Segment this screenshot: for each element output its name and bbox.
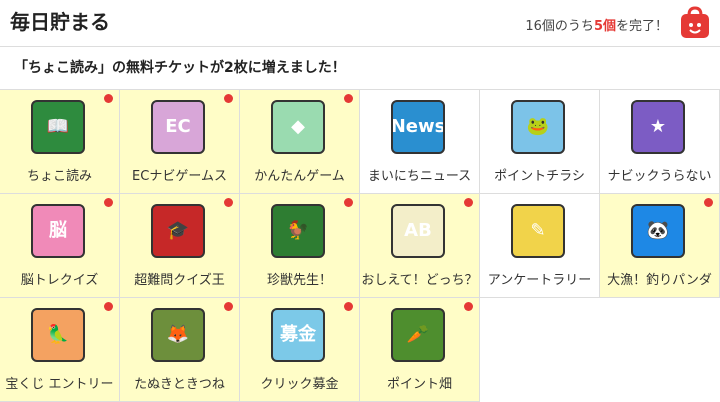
task-tile[interactable]: 📖 ちょこ読み: [0, 90, 120, 194]
task-tile[interactable]: ◆ かんたんゲーム: [240, 90, 360, 194]
task-tile-label: アンケートラリー: [487, 273, 592, 288]
new-indicator-dot: [224, 198, 233, 207]
icon-glyph: 📖: [46, 115, 70, 137]
ecnavi-games-icon: EC: [151, 100, 205, 154]
new-indicator-dot: [104, 198, 113, 207]
icon-glyph: 🦊: [166, 323, 190, 345]
icon-glyph: 脳: [49, 219, 67, 241]
icon-glyph: EC: [165, 115, 191, 137]
rooster-icon: 🐓: [271, 204, 325, 258]
icon-glyph: AB: [404, 219, 432, 241]
task-tile[interactable]: 募金 クリック募金: [240, 298, 360, 402]
task-tile-label: たぬきときつね: [134, 377, 225, 392]
task-tile-label: 宝くじ エントリー: [5, 377, 114, 392]
icon-glyph: ◆: [291, 115, 305, 137]
carrot-icon: 🥕: [391, 308, 445, 362]
new-indicator-dot: [464, 302, 473, 311]
task-tile-label: ナビックうらない: [607, 169, 712, 184]
task-tile-label: ポイントチラシ: [494, 169, 585, 184]
new-indicator-dot: [464, 198, 473, 207]
graduation-cap-icon: 🎓: [151, 204, 205, 258]
icon-glyph: 🐓: [286, 219, 310, 241]
task-tile-label: おしえて！どっち？: [361, 273, 478, 288]
icon-glyph: ★: [649, 115, 667, 137]
new-indicator-dot: [104, 302, 113, 311]
header: 毎日貯まる 16個のうち5個を完了！: [0, 0, 720, 46]
mascot-bag-icon[interactable]: [678, 6, 712, 40]
task-tile[interactable]: 🐸 ポイントチラシ: [480, 90, 600, 194]
task-tile-label: まいにちニュース: [367, 169, 472, 184]
news-icon: News: [391, 100, 445, 154]
task-tile-label: かんたんゲーム: [254, 169, 345, 184]
new-indicator-dot: [704, 198, 713, 207]
tanuki-fox-icon: 🦊: [151, 308, 205, 362]
task-tile-label: 大漁！釣りパンダ: [607, 273, 712, 288]
page-title: 毎日貯まる: [10, 10, 110, 34]
task-tile[interactable]: 🎓 超難問クイズ王: [120, 194, 240, 298]
donation-icon: 募金: [271, 308, 325, 362]
task-tile[interactable]: 脳脳トレクイズ: [0, 194, 120, 298]
frog-icon: 🐸: [511, 100, 565, 154]
notice-banner: 「ちょこ読み」の無料チケットが2枚に増えました！: [0, 46, 720, 89]
task-tile[interactable]: AB おしえて！どっち？: [360, 194, 480, 298]
task-tile-label: ECナビゲームス: [132, 169, 227, 184]
task-tile-label: 珍獣先生！: [266, 273, 332, 288]
icon-glyph: 募金: [280, 323, 316, 345]
panda-icon: 🐼: [631, 204, 685, 258]
new-indicator-dot: [344, 302, 353, 311]
task-tile-label: 超難問クイズ王: [134, 273, 225, 288]
icon-glyph: 🐼: [646, 219, 670, 241]
icon-glyph: 🎓: [166, 219, 190, 241]
new-indicator-dot: [104, 94, 113, 103]
icon-glyph: 🐸: [526, 115, 550, 137]
new-indicator-dot: [344, 198, 353, 207]
bird-icon: 🦜: [31, 308, 85, 362]
task-tile[interactable]: 🐓 珍獣先生！: [240, 194, 360, 298]
task-tile-label: ちょこ読み: [26, 169, 92, 184]
completion-progress: 16個のうち5個を完了！: [525, 15, 668, 34]
task-tile[interactable]: News まいにちニュース: [360, 90, 480, 194]
cube-icon: ◆: [271, 100, 325, 154]
book-icon: 📖: [31, 100, 85, 154]
progress-prefix: 16個のうち: [525, 19, 594, 34]
new-indicator-dot: [344, 94, 353, 103]
icon-glyph: 🦜: [46, 323, 70, 345]
task-grid: 📖 ちょこ読み EC ECナビゲームス ◆ かんたんゲーム News まいにちニュース 🐸 ポイン…: [0, 89, 720, 402]
brain-quiz-icon: 脳: [31, 204, 85, 258]
survey-rally-icon: ✎: [511, 204, 565, 258]
progress-suffix: を完了！: [615, 19, 668, 34]
task-tile[interactable]: EC ECナビゲームス: [120, 90, 240, 194]
icon-glyph: ✎: [530, 219, 546, 241]
task-tile-label: ポイント畑: [386, 377, 452, 392]
fortune-icon: ★: [631, 100, 685, 154]
icon-glyph: News: [391, 115, 445, 137]
task-tile[interactable]: 🦊 たぬきときつね: [120, 298, 240, 402]
task-tile[interactable]: 🦜 宝くじ エントリー: [0, 298, 120, 402]
task-tile[interactable]: 🥕 ポイント畑: [360, 298, 480, 402]
balloons-icon: AB: [391, 204, 445, 258]
task-tile[interactable]: 🐼 大漁！釣りパンダ: [600, 194, 720, 298]
icon-glyph: 🥕: [406, 323, 430, 345]
task-tile[interactable]: ★ ナビックうらない: [600, 90, 720, 194]
new-indicator-dot: [224, 302, 233, 311]
task-tile-label: クリック募金: [260, 377, 339, 392]
task-tile-label: 脳トレクイズ: [20, 273, 99, 288]
new-indicator-dot: [224, 94, 233, 103]
progress-count: 5個: [593, 19, 616, 34]
task-tile[interactable]: ✎ アンケートラリー: [480, 194, 600, 298]
